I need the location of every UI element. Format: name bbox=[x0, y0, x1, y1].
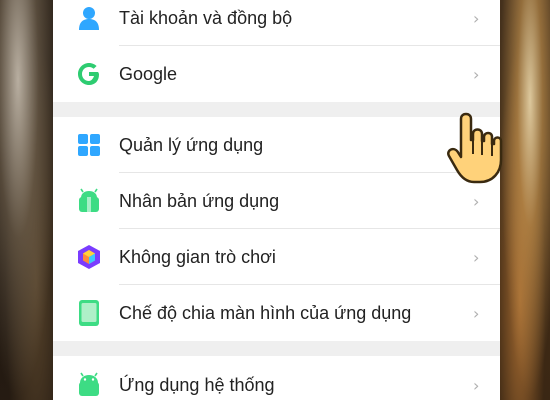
screen: Tài khoản và đồng bộ › Google › Quản lý … bbox=[0, 0, 550, 400]
account-icon bbox=[75, 4, 103, 32]
google-icon bbox=[75, 60, 103, 88]
hand-pointer-icon bbox=[444, 110, 504, 185]
settings-item-label: Quản lý ứng dụng bbox=[119, 134, 264, 155]
chevron-right-icon: › bbox=[473, 64, 480, 84]
background-photo-left bbox=[0, 0, 60, 400]
settings-panel: Tài khoản và đồng bộ › Google › Quản lý … bbox=[53, 0, 500, 400]
background-photo-right bbox=[500, 0, 550, 400]
chevron-right-icon: › bbox=[473, 247, 480, 267]
settings-item-accounts-sync[interactable]: Tài khoản và đồng bộ › bbox=[53, 0, 500, 46]
chevron-right-icon: › bbox=[473, 375, 480, 395]
section-divider bbox=[53, 341, 500, 356]
android-system-icon bbox=[75, 371, 103, 399]
settings-item-label: Không gian trò chơi bbox=[119, 246, 276, 267]
chevron-right-icon: › bbox=[473, 303, 480, 323]
section-divider bbox=[53, 102, 500, 117]
android-clone-icon bbox=[75, 187, 103, 215]
settings-item-label: Tài khoản và đồng bộ bbox=[119, 7, 293, 28]
settings-item-app-management[interactable]: Quản lý ứng dụng bbox=[53, 117, 500, 173]
chevron-right-icon: › bbox=[473, 8, 480, 28]
settings-item-label: Nhân bản ứng dụng bbox=[119, 190, 280, 211]
split-screen-icon bbox=[75, 299, 103, 327]
settings-item-system-apps[interactable]: Ứng dụng hệ thống › bbox=[53, 357, 500, 400]
settings-item-label: Chế độ chia màn hình của ứng dụng bbox=[119, 302, 412, 323]
app-grid-icon bbox=[75, 131, 103, 159]
settings-item-google[interactable]: Google › bbox=[53, 46, 500, 102]
chevron-right-icon: › bbox=[473, 191, 480, 211]
settings-item-game-space[interactable]: Không gian trò chơi › bbox=[53, 229, 500, 285]
game-space-icon bbox=[75, 243, 103, 271]
settings-item-label: Google bbox=[119, 63, 178, 84]
settings-item-label: Ứng dụng hệ thống bbox=[119, 374, 275, 395]
settings-item-app-clone[interactable]: Nhân bản ứng dụng › bbox=[53, 173, 500, 229]
settings-item-split-screen[interactable]: Chế độ chia màn hình của ứng dụng › bbox=[53, 285, 500, 341]
